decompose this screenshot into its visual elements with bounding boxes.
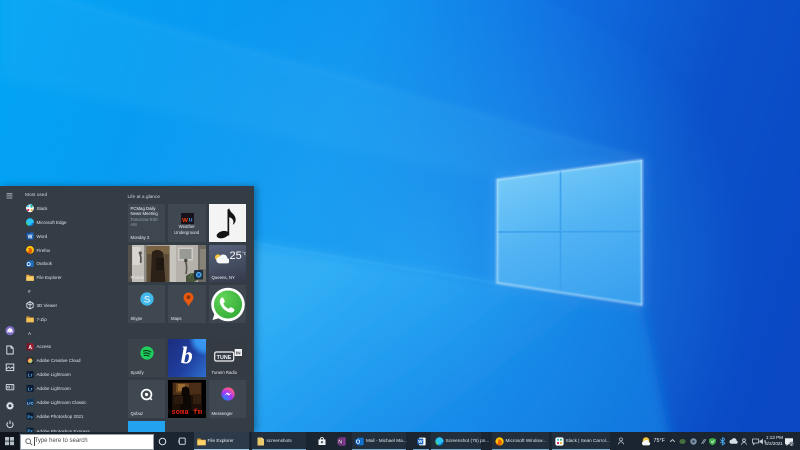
svg-text:w: w: [181, 215, 188, 224]
svg-text:N: N: [338, 439, 342, 445]
svg-text:LrC: LrC: [27, 400, 34, 405]
svg-text:IN: IN: [236, 350, 241, 355]
svg-text:TUNE: TUNE: [216, 355, 231, 361]
svg-text:W: W: [418, 438, 423, 443]
svg-text:u: u: [188, 216, 192, 223]
svg-text:A: A: [28, 345, 32, 351]
svg-text:Lr: Lr: [28, 387, 33, 392]
svg-text:Lr: Lr: [28, 373, 33, 378]
svg-text:W: W: [28, 234, 33, 240]
svg-text:Ps: Ps: [27, 414, 33, 419]
svg-text:S: S: [143, 294, 149, 305]
